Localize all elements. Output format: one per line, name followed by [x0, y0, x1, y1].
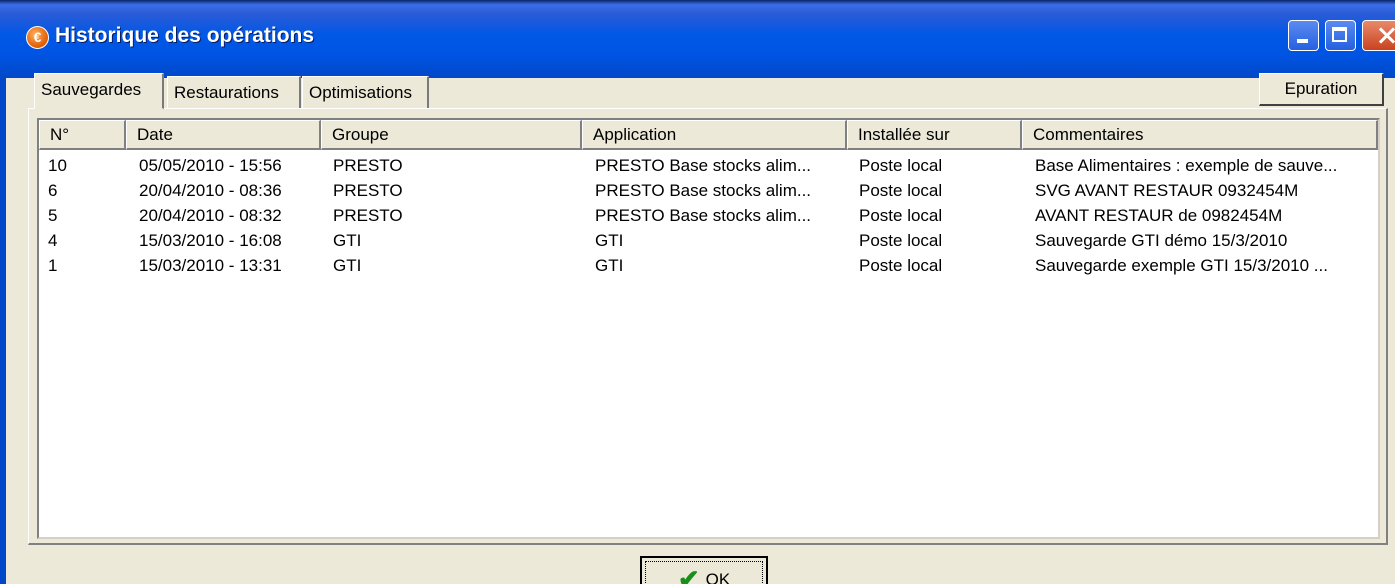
ok-button-content: ✔ OK: [642, 564, 766, 584]
cell-application: PRESTO Base stocks alim...: [595, 156, 812, 175]
cell-number: 4: [48, 231, 58, 250]
ok-label: OK: [705, 570, 731, 584]
cell-group: PRESTO: [333, 156, 403, 175]
minimize-button[interactable]: [1288, 20, 1319, 51]
table-row[interactable]: 5 20/04/2010 - 08:32 PRESTO PRESTO Base …: [39, 203, 1378, 228]
window-title: Historique des opérations: [55, 24, 315, 47]
tab-sauvegardes[interactable]: Sauvegardes: [34, 73, 164, 109]
cell-comments: Sauvegarde GTI démo 15/3/2010: [1035, 231, 1288, 250]
cell-installed-on: Poste local: [859, 231, 943, 250]
cell-installed-on: Poste local: [859, 181, 943, 200]
cell-group: GTI: [333, 231, 362, 250]
cell-comments: SVG AVANT RESTAUR 0932454M: [1035, 181, 1299, 200]
title-bar[interactable]: € Historique des opérations: [0, 0, 1395, 78]
cell-comments: AVANT RESTAUR de 0982454M: [1035, 206, 1283, 225]
cell-group: GTI: [333, 256, 362, 275]
cell-comments: Base Alimentaires : exemple de sauve...: [1035, 156, 1338, 175]
cell-date: 20/04/2010 - 08:36: [139, 181, 282, 200]
column-header-installed-on[interactable]: Installée sur: [847, 120, 1022, 150]
column-header-group[interactable]: Groupe: [321, 120, 582, 150]
column-header-application[interactable]: Application: [582, 120, 847, 150]
cell-date: 20/04/2010 - 08:32: [139, 206, 282, 225]
cell-group: PRESTO: [333, 181, 403, 200]
cell-installed-on: Poste local: [859, 256, 943, 275]
operations-history-window: € Historique des opérations Sauvegardes …: [0, 0, 1395, 584]
cell-date: 15/03/2010 - 16:08: [139, 231, 282, 250]
app-icon: €: [26, 26, 49, 49]
cell-application: PRESTO Base stocks alim...: [595, 181, 812, 200]
table-row[interactable]: 1 15/03/2010 - 13:31 GTI GTI Poste local…: [39, 253, 1378, 278]
tab-optimisations[interactable]: Optimisations: [302, 76, 429, 108]
checkmark-icon: ✔: [677, 564, 700, 584]
cell-installed-on: Poste local: [859, 156, 943, 175]
table-row[interactable]: 4 15/03/2010 - 16:08 GTI GTI Poste local…: [39, 228, 1378, 253]
tab-restaurations[interactable]: Restaurations: [167, 76, 301, 108]
close-button[interactable]: [1362, 20, 1395, 51]
column-headers: N° Date Groupe Application Installée sur…: [39, 120, 1378, 150]
epuration-button[interactable]: Epuration: [1259, 73, 1384, 106]
cell-comments: Sauvegarde exemple GTI 15/3/2010 ...: [1035, 256, 1328, 275]
ok-button[interactable]: ✔ OK: [640, 556, 768, 584]
cell-number: 6: [48, 181, 58, 200]
table-row[interactable]: 6 20/04/2010 - 08:36 PRESTO PRESTO Base …: [39, 178, 1378, 203]
column-header-number[interactable]: N°: [39, 120, 126, 150]
column-header-comments[interactable]: Commentaires: [1022, 120, 1378, 150]
cell-application: GTI: [595, 256, 624, 275]
window-frame-left: [0, 78, 6, 584]
cell-number: 1: [48, 256, 58, 275]
cell-installed-on: Poste local: [859, 206, 943, 225]
operations-list[interactable]: N° Date Groupe Application Installée sur…: [37, 118, 1380, 539]
cell-application: GTI: [595, 231, 624, 250]
cell-application: PRESTO Base stocks alim...: [595, 206, 812, 225]
maximize-button[interactable]: [1325, 20, 1356, 51]
cell-group: PRESTO: [333, 206, 403, 225]
column-header-date[interactable]: Date: [126, 120, 321, 150]
table-row[interactable]: 10 05/05/2010 - 15:56 PRESTO PRESTO Base…: [39, 153, 1378, 178]
cell-date: 05/05/2010 - 15:56: [139, 156, 282, 175]
cell-date: 15/03/2010 - 13:31: [139, 256, 282, 275]
cell-number: 5: [48, 206, 58, 225]
cell-number: 10: [48, 156, 67, 175]
